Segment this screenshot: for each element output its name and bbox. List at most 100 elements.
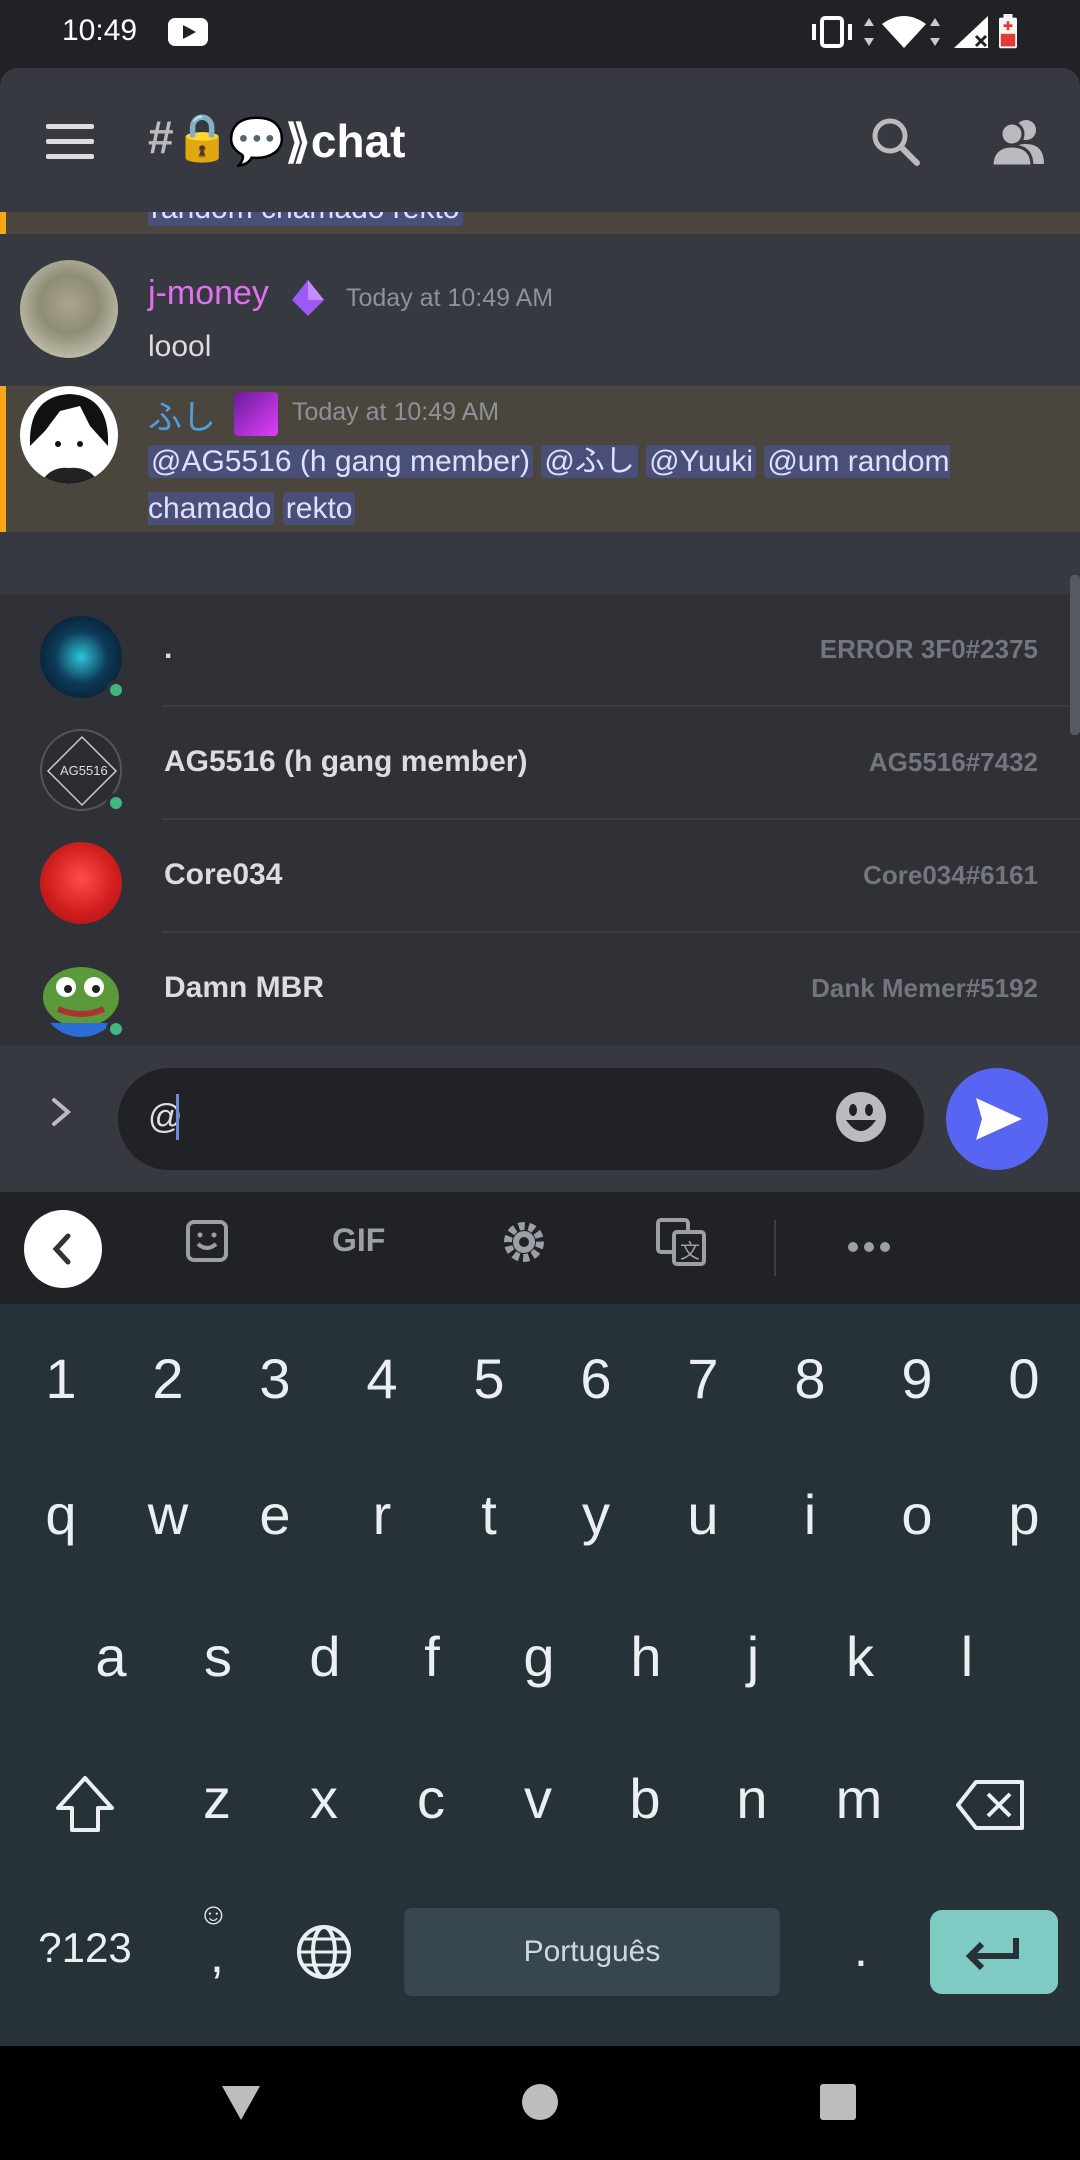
data-arrows-icon-2 — [930, 18, 940, 46]
key-j[interactable]: j — [708, 1624, 798, 1689]
key-6[interactable]: 6 — [551, 1346, 641, 1411]
key-k[interactable]: k — [815, 1624, 905, 1689]
symbols-key[interactable]: ?123 — [30, 1924, 140, 1972]
key-a[interactable]: a — [66, 1624, 156, 1689]
recents-nav-icon[interactable] — [818, 2082, 858, 2122]
key-q[interactable]: q — [16, 1482, 106, 1547]
online-status-dot — [106, 793, 126, 813]
key-t[interactable]: t — [444, 1482, 534, 1547]
key-3[interactable]: 3 — [230, 1346, 320, 1411]
user-mention[interactable]: @ふし — [541, 445, 638, 478]
enter-key[interactable] — [930, 1910, 1058, 1994]
key-x[interactable]: x — [279, 1766, 369, 1831]
key-o[interactable]: o — [872, 1482, 962, 1547]
space-key[interactable]: Português — [404, 1908, 780, 1996]
mention-fragment: random chamado rekto — [148, 212, 463, 226]
key-u[interactable]: u — [658, 1482, 748, 1547]
wifi-icon — [882, 16, 926, 48]
members-icon[interactable] — [988, 114, 1048, 168]
comma-key[interactable]: , — [172, 1926, 262, 1984]
key-0[interactable]: 0 — [979, 1346, 1069, 1411]
collapse-toolbar-button[interactable] — [24, 1210, 102, 1288]
message-author[interactable]: ふし — [148, 390, 216, 439]
back-nav-icon[interactable] — [218, 2082, 264, 2124]
menu-icon[interactable] — [46, 124, 94, 160]
user-mention[interactable]: rekto — [282, 492, 356, 525]
mention-suggestion[interactable]: AG5516 AG5516 (h gang member) AG5516#743… — [0, 707, 1080, 820]
status-bar: 10:49 — [0, 0, 1080, 68]
key-h[interactable]: h — [601, 1624, 691, 1689]
suggestion-tag: Core034#6161 — [863, 860, 1038, 890]
period-key[interactable]: . — [816, 1920, 906, 1978]
key-l[interactable]: l — [922, 1624, 1012, 1689]
user-mention[interactable]: @AG5516 (h gang member) — [148, 445, 533, 478]
avatar[interactable] — [20, 260, 118, 358]
message-list[interactable]: random chamado rekto j-money Today at 10… — [0, 212, 1080, 594]
key-g[interactable]: g — [494, 1624, 584, 1689]
suggestion-tag: AG5516#7432 — [868, 747, 1038, 777]
message-timestamp: Today at 10:49 AM — [292, 398, 500, 426]
key-2[interactable]: 2 — [123, 1346, 213, 1411]
key-d[interactable]: d — [280, 1624, 370, 1689]
key-w[interactable]: w — [123, 1482, 213, 1547]
enter-icon — [965, 1938, 1019, 1971]
key-8[interactable]: 8 — [765, 1346, 855, 1411]
emoji-icon[interactable] — [834, 1090, 888, 1144]
key-v[interactable]: v — [493, 1766, 583, 1831]
key-e[interactable]: e — [230, 1482, 320, 1547]
key-m[interactable]: m — [814, 1766, 904, 1831]
shift-icon[interactable] — [50, 1770, 120, 1840]
key-i[interactable]: i — [765, 1482, 855, 1547]
key-r[interactable]: r — [337, 1482, 427, 1547]
mention-suggestion[interactable]: Core034 Core034#6161 — [0, 820, 1080, 933]
user-mention[interactable]: @Yuuki — [646, 445, 756, 478]
key-z[interactable]: z — [172, 1766, 262, 1831]
purple-diamond-icon — [292, 280, 324, 316]
message-author[interactable]: j-money — [148, 274, 269, 313]
backspace-icon[interactable] — [954, 1778, 1028, 1832]
youtube-notification-icon — [168, 18, 208, 46]
key-p[interactable]: p — [979, 1482, 1069, 1547]
channel-name: 💬⟫chat — [228, 115, 406, 167]
key-4[interactable]: 4 — [337, 1346, 427, 1411]
globe-icon[interactable] — [294, 1922, 354, 1982]
key-b[interactable]: b — [600, 1766, 690, 1831]
popup-scrollbar[interactable] — [1070, 575, 1080, 735]
system-nav-bar — [0, 2046, 1080, 2160]
key-c[interactable]: c — [386, 1766, 476, 1831]
key-9[interactable]: 9 — [872, 1346, 962, 1411]
home-nav-icon[interactable] — [520, 2082, 560, 2122]
key-f[interactable]: f — [387, 1624, 477, 1689]
message-text: @AG5516 (h gang member) @ふし @Yuuki @um r… — [148, 438, 1068, 532]
gif-button[interactable]: GIF — [332, 1222, 385, 1259]
avatar[interactable] — [20, 386, 118, 484]
message-text: loool — [148, 330, 212, 363]
send-button[interactable] — [946, 1068, 1048, 1170]
search-icon[interactable] — [868, 114, 922, 168]
sticker-icon[interactable] — [184, 1218, 230, 1264]
key-1[interactable]: 1 — [16, 1346, 106, 1411]
locked-channel-icon: #🔒 — [148, 111, 231, 163]
translate-icon[interactable]: 文 — [656, 1218, 706, 1266]
cell-signal-icon — [954, 16, 988, 48]
data-arrows-icon — [864, 18, 874, 46]
toolbar-divider — [774, 1220, 776, 1276]
online-status-dot — [106, 680, 126, 700]
chevron-right-icon[interactable] — [46, 1092, 76, 1132]
message-input[interactable]: @ — [118, 1068, 924, 1170]
mention-suggestion[interactable]: . ERROR 3F0#2375 — [0, 594, 1080, 707]
suggestion-tag: ERROR 3F0#2375 — [819, 634, 1038, 664]
key-7[interactable]: 7 — [658, 1346, 748, 1411]
key-5[interactable]: 5 — [444, 1346, 534, 1411]
message[interactable]: j-money Today at 10:49 AM loool — [0, 234, 1080, 386]
avatar — [40, 842, 122, 924]
key-y[interactable]: y — [551, 1482, 641, 1547]
key-n[interactable]: n — [707, 1766, 797, 1831]
message-highlighted[interactable]: ふし Today at 10:49 AM @AG5516 (h gang mem… — [0, 386, 1080, 532]
role-icon — [234, 392, 278, 436]
mention-suggestion[interactable]: Damn MBR Dank Memer#5192 — [0, 933, 1080, 1046]
settings-gear-icon[interactable] — [500, 1218, 548, 1266]
key-s[interactable]: s — [173, 1624, 263, 1689]
more-options-icon[interactable] — [846, 1240, 892, 1254]
soft-keyboard: ?123 ☺ , Português . 1234567890qwertyuio… — [0, 1304, 1080, 2046]
